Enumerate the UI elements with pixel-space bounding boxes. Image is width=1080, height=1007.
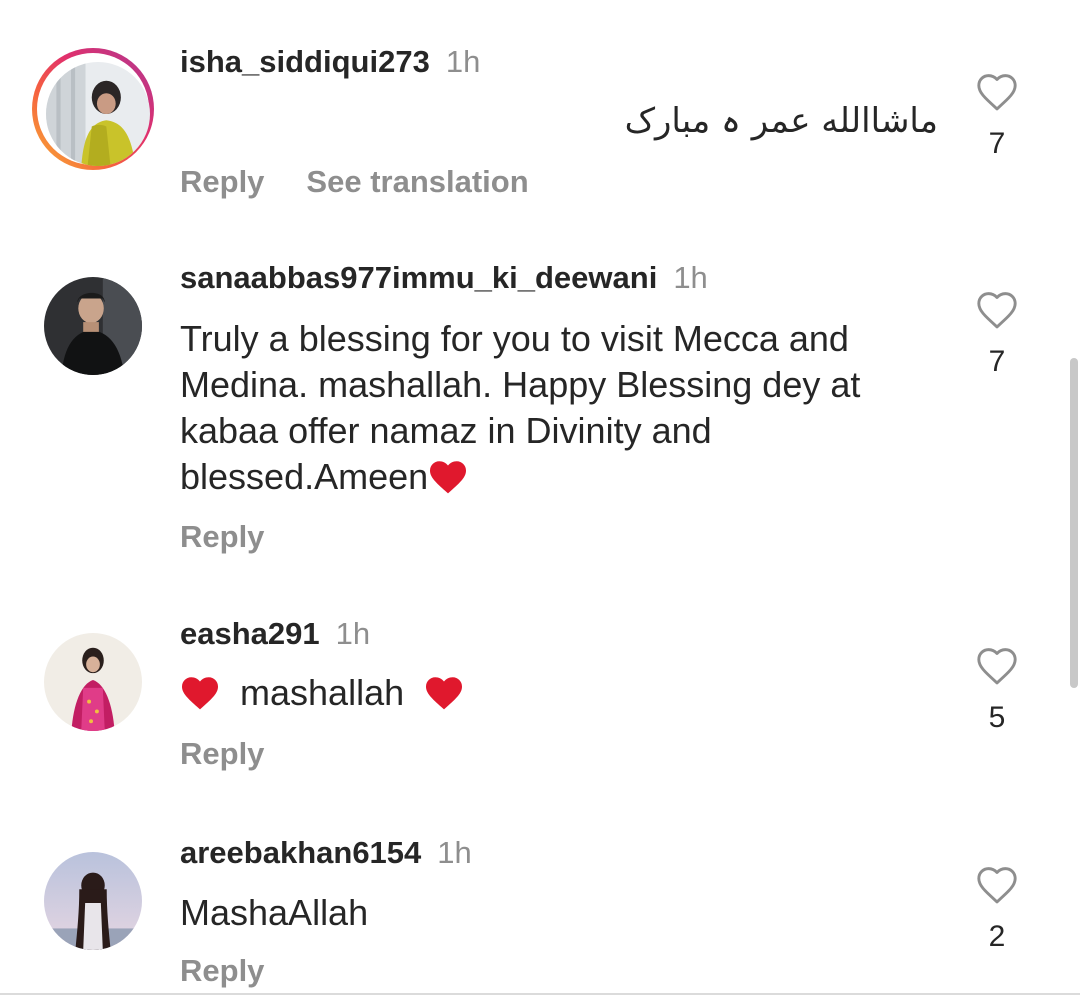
- heart-outline-icon[interactable]: [975, 72, 1019, 112]
- reply-button[interactable]: Reply: [180, 164, 264, 199]
- username[interactable]: isha_siddiqui273: [180, 44, 430, 79]
- heart-outline-icon[interactable]: [975, 865, 1019, 905]
- avatar-image-icon: [44, 633, 142, 731]
- avatar-image-icon: [44, 277, 142, 375]
- reply-button[interactable]: Reply: [180, 736, 264, 771]
- divider: [0, 993, 1080, 995]
- red-heart-emoji-icon: [430, 461, 467, 494]
- comment-meta: easha291 1h: [180, 616, 370, 652]
- username[interactable]: areebakhan6154: [180, 835, 421, 870]
- timestamp: 1h: [673, 260, 708, 295]
- comment-text: ماشاالله عمر ہ مبارک: [624, 101, 938, 141]
- comment-meta: areebakhan6154 1h: [180, 835, 472, 871]
- comment-text: mashallah: [180, 670, 900, 716]
- like-count: 7: [988, 127, 1006, 160]
- avatar[interactable]: [44, 852, 142, 950]
- avatar-image-icon: [46, 62, 150, 166]
- comment-item: areebakhan6154 1h MashaAllah Reply 2: [0, 805, 1080, 1007]
- heart-outline-icon[interactable]: [975, 290, 1019, 330]
- avatar-story-ring[interactable]: [32, 48, 154, 170]
- comment-text: Truly a blessing for you to visit Mecca …: [180, 316, 900, 500]
- comment-meta: sanaabbas977immu_ki_deewani 1h: [180, 260, 708, 296]
- comment-actions: Reply: [180, 736, 264, 772]
- scrollbar[interactable]: [1070, 358, 1078, 688]
- like-control: 7: [968, 72, 1026, 162]
- avatar-image-icon: [44, 852, 142, 950]
- avatar: [46, 62, 150, 166]
- like-count: 7: [988, 345, 1006, 378]
- timestamp: 1h: [335, 616, 371, 651]
- comment-text-body: Truly a blessing for you to visit Mecca …: [180, 318, 861, 497]
- like-control: 7: [968, 290, 1026, 380]
- like-control: 2: [968, 865, 1026, 955]
- see-translation-button[interactable]: See translation: [306, 164, 528, 199]
- comment-item: easha291 1h mashallah Reply 5: [0, 590, 1080, 805]
- username[interactable]: easha291: [180, 616, 320, 651]
- red-heart-emoji-icon: [426, 677, 463, 710]
- like-count: 5: [988, 701, 1006, 734]
- red-heart-emoji-icon: [182, 677, 218, 710]
- timestamp: 1h: [445, 44, 481, 79]
- avatar[interactable]: [44, 277, 142, 375]
- username[interactable]: sanaabbas977immu_ki_deewani: [180, 260, 657, 295]
- avatar[interactable]: [44, 633, 142, 731]
- comment-item: isha_siddiqui273 1h ماشاالله عمر ہ مبارک …: [0, 0, 1080, 230]
- reply-button[interactable]: Reply: [180, 953, 264, 988]
- comment-actions: Reply See translation: [180, 164, 529, 200]
- heart-outline-icon[interactable]: [975, 646, 1019, 686]
- comment-meta: isha_siddiqui273 1h: [180, 44, 480, 80]
- comment-text: MashaAllah: [180, 892, 369, 933]
- comment-actions: Reply: [180, 953, 264, 989]
- reply-button[interactable]: Reply: [180, 519, 264, 554]
- comment-actions: Reply: [180, 519, 264, 555]
- like-count: 2: [988, 920, 1006, 953]
- comment-item: sanaabbas977immu_ki_deewani 1h Truly a bl…: [0, 230, 1080, 590]
- like-control: 5: [968, 646, 1026, 736]
- comment-text-body: mashallah: [240, 672, 405, 713]
- timestamp: 1h: [437, 835, 472, 870]
